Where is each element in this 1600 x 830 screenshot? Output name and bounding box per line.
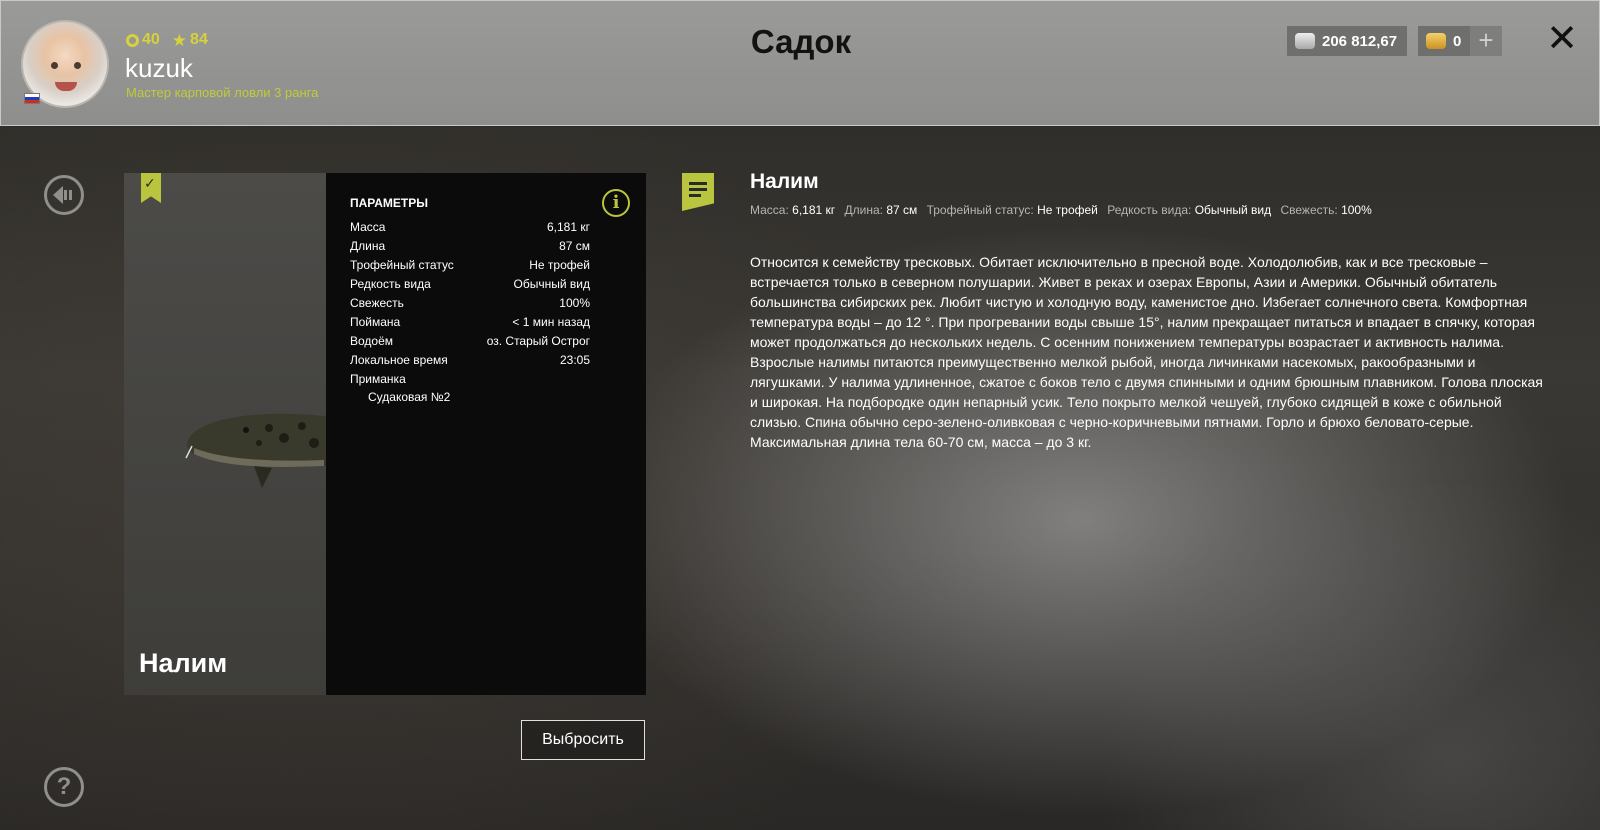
param-label: Свежесть [350, 296, 404, 310]
gold-coins-icon [1426, 33, 1446, 49]
description-text: Относится к семейству тресковых. Обитает… [750, 254, 1543, 450]
param-value: 6,181 кг [547, 220, 590, 234]
bait-label: Приманка [350, 372, 406, 386]
param-value: 87 см [559, 239, 590, 253]
meta-label: Свежесть: [1280, 203, 1338, 217]
silver-value: 206 812,67 [1322, 32, 1398, 50]
meta-value: Обычный вид [1194, 203, 1272, 217]
param-label: Водоём [350, 334, 394, 348]
meta-label: Масса: [750, 203, 789, 217]
gold-balance: 0 [1418, 26, 1472, 56]
param-row: Водоём оз. Старый Острог [350, 332, 590, 351]
param-row: Локальное время 23:05 [350, 351, 590, 370]
info-icon[interactable]: i [602, 189, 630, 217]
param-value: 23:05 [559, 353, 590, 367]
avatar-eye [51, 62, 58, 69]
params-list: Масса 6,181 кг Длина 87 см Трофейный ста… [350, 218, 590, 405]
param-label: Длина [350, 239, 386, 253]
help-icon: ? [56, 773, 72, 800]
meta-value: 100% [1341, 203, 1372, 217]
gold-value: 0 [1453, 32, 1462, 50]
param-label: Масса [350, 220, 386, 234]
param-value: Не трофей [529, 258, 590, 272]
fish-card: ✓ Налим ПАРАМЕТРЫ i Масса 6,181 кг Длина… [124, 173, 646, 695]
meta-label: Редкость вида: [1107, 203, 1192, 217]
param-value: < 1 мин назад [512, 315, 590, 329]
param-row: Свежесть 100% [350, 294, 590, 313]
bait-value: Судаковая №2 [368, 390, 451, 404]
discard-button[interactable]: Выбросить [521, 720, 645, 760]
russia-flag-icon [24, 93, 40, 104]
silver-balance: 206 812,67 [1287, 26, 1408, 56]
meta-label: Трофейный статус: [926, 203, 1034, 217]
player-rank: Мастер карповой ловли 3 ранга [126, 85, 319, 100]
param-label: Редкость вида [350, 277, 431, 291]
param-row: Длина 87 см [350, 237, 590, 256]
param-row: Редкость вида Обычный вид [350, 275, 590, 294]
add-gold-button[interactable]: + [1470, 26, 1502, 56]
meta-value: 6,181 кг [792, 203, 836, 217]
fish-image [185, 413, 326, 488]
param-value: 100% [559, 296, 590, 310]
param-value: Обычный вид [513, 277, 590, 291]
param-row-bait: Приманка [350, 370, 590, 389]
close-button[interactable]: ✕ [1544, 20, 1580, 58]
bookmark-check-icon[interactable]: ✓ [141, 173, 161, 203]
description-title: Налим [750, 170, 819, 193]
param-label: Трофейный статус [350, 258, 454, 272]
fish-name: Налим [139, 648, 228, 678]
meta-label: Длина: [844, 203, 883, 217]
param-row: Поймана < 1 мин назад [350, 313, 590, 332]
param-row: Трофейный статус Не трофей [350, 256, 590, 275]
meta-value: 87 см [886, 203, 918, 217]
description-meta: Масса: 6,181 кг Длина: 87 см Трофейный с… [750, 203, 1378, 217]
avatar-eye [74, 62, 81, 69]
silver-coins-icon [1295, 33, 1315, 49]
params-title: ПАРАМЕТРЫ [350, 196, 428, 210]
help-button[interactable]: ? [44, 767, 84, 807]
back-arrow-icon [53, 186, 72, 204]
back-button[interactable] [44, 175, 84, 215]
meta-value: Не трофей [1037, 203, 1098, 217]
param-label: Поймана [350, 315, 401, 329]
param-row: Масса 6,181 кг [350, 218, 590, 237]
param-label: Локальное время [350, 353, 448, 367]
avatar-mouth [55, 82, 77, 91]
fish-preview: ✓ Налим [124, 173, 326, 695]
param-value: оз. Старый Острог [486, 334, 590, 348]
document-icon [682, 173, 714, 211]
top-bar: 40 ★ 84 kuzuk Мастер карповой ловли 3 ра… [0, 0, 1600, 126]
